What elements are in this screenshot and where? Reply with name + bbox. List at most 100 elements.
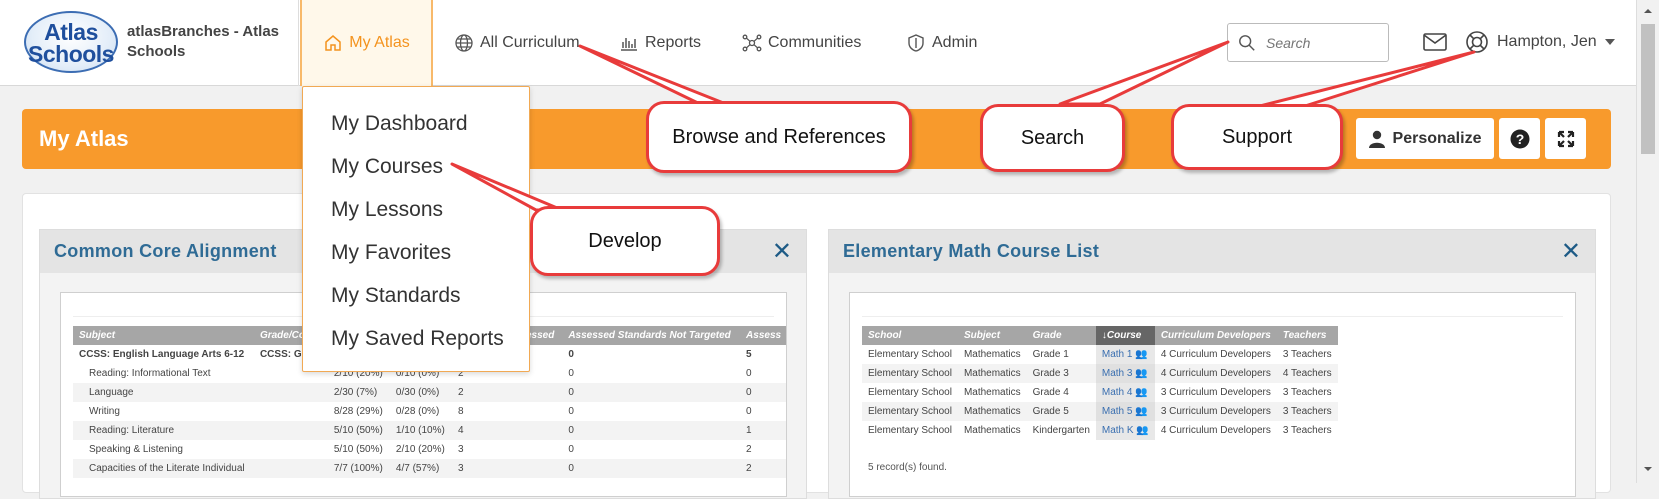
question-circle-icon: ?	[1510, 129, 1529, 148]
teachers-link[interactable]: 3 Teachers	[1276, 402, 1338, 421]
course-link[interactable]: Math 1	[1102, 349, 1133, 360]
close-icon[interactable]: ✕	[1561, 239, 1581, 264]
bar-chart-icon	[621, 38, 637, 51]
cell: 7/7 (100%)	[327, 459, 390, 478]
course-link[interactable]: Math 3	[1102, 368, 1133, 379]
course-link[interactable]: Math K	[1102, 425, 1134, 436]
panel-title: Elementary Math Course List	[843, 241, 1100, 261]
search-input[interactable]	[1266, 34, 1376, 51]
teachers-link[interactable]: 3 Teachers	[1277, 345, 1338, 364]
developers-link[interactable]: 4 Curriculum Developers	[1155, 421, 1277, 440]
menu-item-my-favorites[interactable]: My Favorites	[303, 231, 529, 274]
cell	[254, 440, 328, 459]
envelope-icon[interactable]	[1423, 33, 1447, 56]
table-row: Elementary School Mathematics Grade 3 Ma…	[862, 364, 1338, 383]
cell: 8/28 (29%)	[333, 406, 383, 417]
expand-button[interactable]	[1545, 118, 1586, 159]
nav-reports[interactable]: Reports	[619, 0, 701, 86]
table-row: Elementary School Mathematics Grade 1 Ma…	[862, 345, 1338, 364]
course-cell[interactable]: Math 4 👥	[1095, 383, 1155, 402]
records-found: 5 record(s) found.	[868, 462, 947, 473]
panel-title: Common Core Alignment	[54, 241, 277, 261]
scroll-up-icon[interactable]	[1637, 4, 1659, 18]
user-name: Hampton, Jen	[1497, 33, 1597, 50]
cell: Elementary School	[868, 425, 952, 436]
callout-develop: Develop	[530, 206, 720, 276]
cell: Elementary School	[862, 402, 958, 421]
panel-elementary-math-course-list: Elementary Math Course List ✕ School Sub…	[828, 229, 1596, 499]
developers-link[interactable]: 4 Curriculum Developers	[1154, 364, 1277, 383]
course-cell[interactable]: Math 3 👥	[1095, 364, 1155, 383]
people-icon: 👥	[1135, 387, 1148, 398]
cell: Mathematics	[957, 364, 1027, 383]
teachers-link[interactable]: 4 Teachers	[1276, 364, 1338, 383]
developers-link[interactable]: 3 Curriculum Developers	[1155, 383, 1277, 402]
people-icon: 👥	[1136, 425, 1149, 436]
nav-reports-label: Reports	[645, 34, 702, 51]
menu-item-my-lessons[interactable]: My Lessons	[303, 188, 529, 231]
cell: 0	[740, 383, 786, 402]
table-row: Language 2/30 (7%) 0/30 (0%) 2 0 0	[73, 383, 786, 402]
site-name: atlasBranches - Atlas Schools	[127, 23, 280, 60]
scroll-thumb[interactable]	[1641, 24, 1655, 154]
cell: 5/10 (50%)	[333, 444, 383, 455]
course-cell[interactable]: Math K 👥	[1095, 421, 1155, 440]
personalize-button[interactable]: Personalize	[1356, 118, 1494, 159]
expand-icon	[1557, 130, 1574, 147]
menu-item-my-dashboard[interactable]: My Dashboard	[303, 102, 529, 145]
table-row: Capacities of the Literate Individual 7/…	[73, 459, 786, 478]
cell: 0	[568, 444, 574, 455]
page-scrollbar[interactable]	[1636, 0, 1659, 483]
callout-browse-and-references: Browse and References	[646, 101, 912, 173]
home-icon	[325, 35, 342, 51]
cell: Elementary School	[862, 364, 958, 383]
shield-icon	[908, 34, 924, 52]
close-icon[interactable]: ✕	[772, 239, 792, 264]
course-link[interactable]: Math 5	[1102, 406, 1133, 417]
menu-item-my-standards[interactable]: My Standards	[303, 274, 529, 317]
course-cell[interactable]: Math 5 👥	[1095, 402, 1155, 421]
cell: 0/28 (0%)	[395, 406, 440, 417]
course-link[interactable]: Math 4	[1102, 387, 1133, 398]
cell: 4/7 (57%)	[389, 459, 452, 478]
column-header: Curriculum Developers	[1154, 326, 1277, 345]
cell: 0	[562, 383, 741, 402]
course-cell[interactable]: Math 1 👥	[1095, 345, 1155, 364]
cell: Grade 3	[1026, 364, 1096, 383]
people-icon: 👥	[1135, 406, 1148, 417]
nav-communities[interactable]: Communities	[742, 0, 861, 86]
column-header: Assessed Standards Not Targeted	[562, 326, 741, 345]
nav-all-curriculum-label: All Curriculum	[480, 34, 580, 51]
cell: Elementary School	[868, 387, 952, 398]
cell: Mathematics	[963, 425, 1021, 436]
developers-link[interactable]: 3 Curriculum Developers	[1154, 402, 1277, 421]
cell: Speaking & Listening	[89, 444, 183, 455]
cell: 2/10 (20%)	[395, 444, 445, 455]
my-atlas-dropdown: My Dashboard My Courses My Lessons My Fa…	[302, 86, 530, 372]
atlas-schools-logo[interactable]: Atlas Schools	[24, 11, 118, 73]
table-row: Elementary School Mathematics Grade 5 Ma…	[862, 402, 1338, 421]
cell	[254, 402, 328, 421]
nav-my-atlas[interactable]: My Atlas	[300, 0, 433, 86]
logo-line2: Schools	[28, 41, 114, 67]
search-icon	[1239, 34, 1255, 51]
cell: Capacities of the Literate Individual	[73, 459, 254, 478]
people-icon: 👥	[1135, 349, 1148, 360]
user-menu[interactable]: Hampton, Jen	[1465, 30, 1615, 54]
cell: Grade 1	[1032, 349, 1069, 360]
help-button[interactable]: ?	[1499, 118, 1540, 159]
cell: 8	[457, 406, 464, 417]
cell: 0	[746, 406, 752, 417]
menu-item-my-saved-reports[interactable]: My Saved Reports	[303, 317, 529, 360]
teachers-link[interactable]: 3 Teachers	[1277, 383, 1338, 402]
nav-admin[interactable]: Admin	[906, 0, 977, 86]
table-row: Reading: Literature 5/10 (50%) 1/10 (10%…	[73, 421, 786, 440]
scroll-down-icon[interactable]	[1637, 462, 1659, 476]
teachers-link[interactable]: 3 Teachers	[1277, 421, 1338, 440]
cell: 0	[746, 368, 752, 379]
menu-item-my-courses[interactable]: My Courses	[303, 145, 529, 188]
developers-link[interactable]: 4 Curriculum Developers	[1155, 345, 1277, 364]
nav-all-curriculum[interactable]: All Curriculum	[454, 0, 580, 86]
search-box[interactable]	[1227, 23, 1389, 62]
cell: 2	[740, 459, 786, 478]
